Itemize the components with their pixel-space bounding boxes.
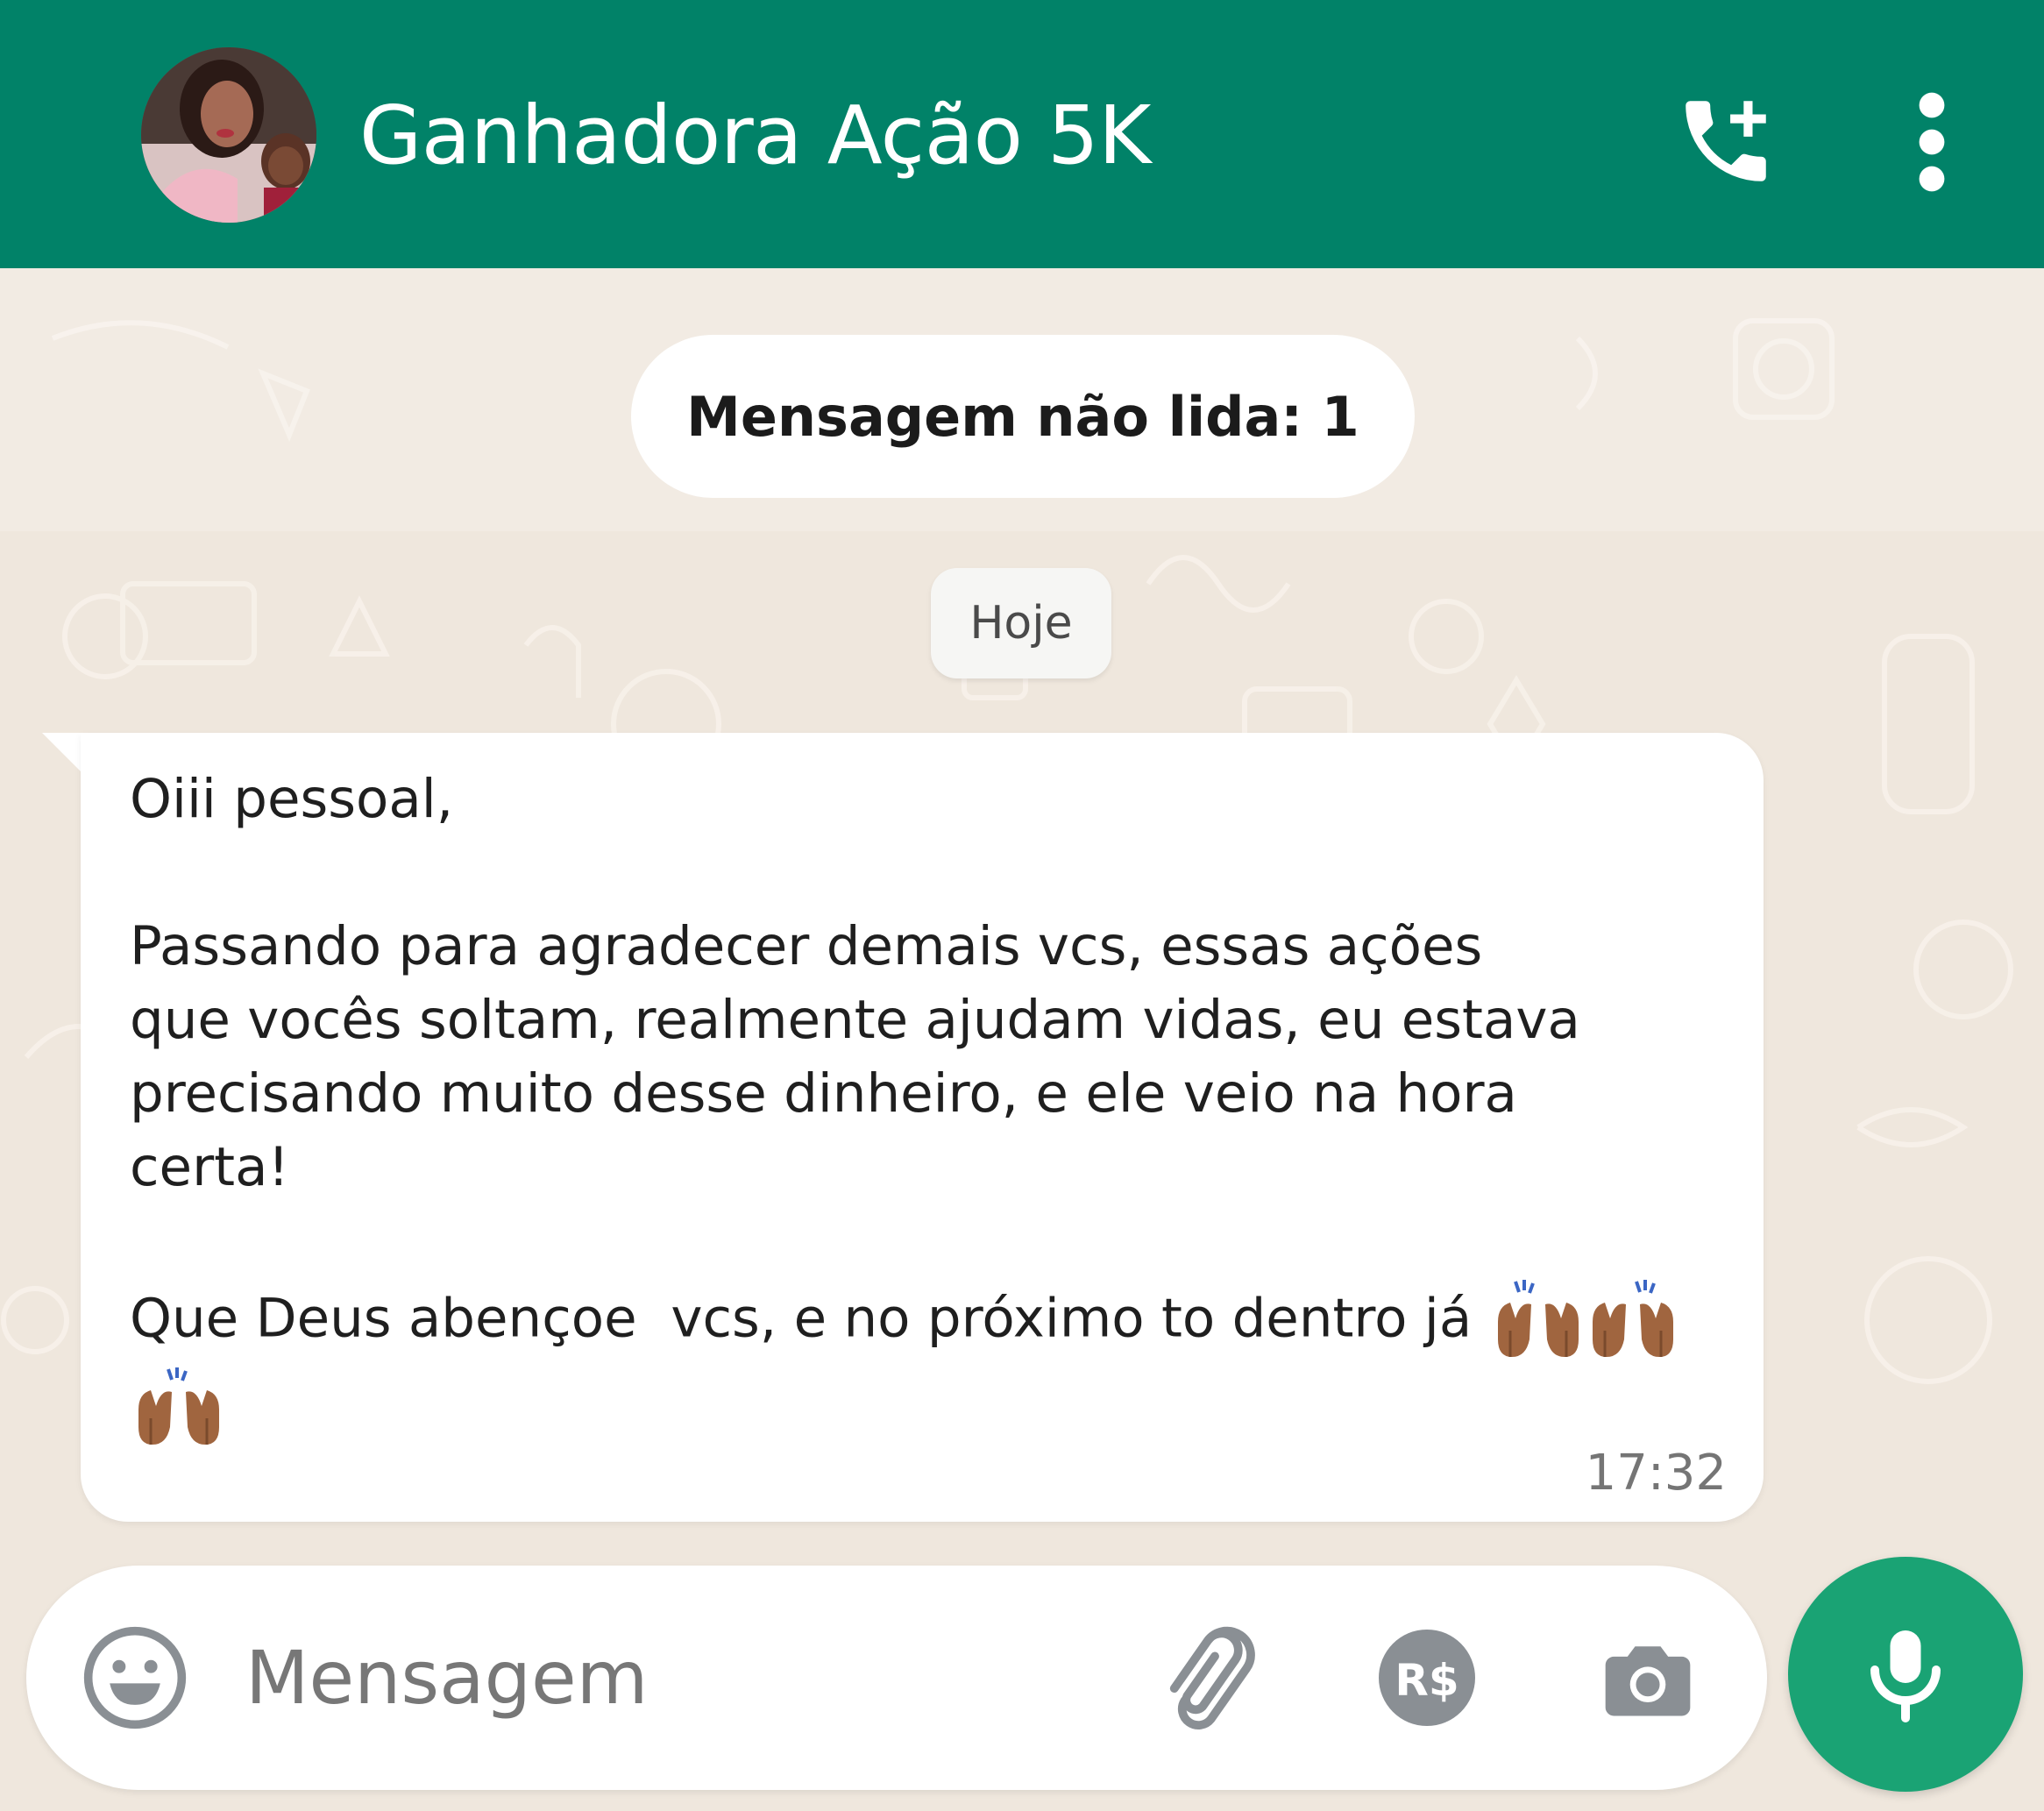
payment-label: R$ [1395,1655,1458,1706]
microphone-icon [1870,1630,1941,1722]
incoming-message-bubble[interactable]: Oiii pessoal, Passando para agradecer de… [81,733,1764,1522]
raising-hands-emoji [1497,1280,1579,1357]
message-paragraph: Que Deus abençoe vcs, e no próximo to de… [130,1287,1473,1350]
contact-name[interactable]: Ganhadora Ação 5K [359,88,1151,184]
paperclip-icon[interactable] [1150,1620,1264,1734]
add-call-icon[interactable] [1672,88,1779,195]
more-vert-icon[interactable] [1906,89,1958,195]
unread-messages-banner: Mensagem não lida: 1 [631,335,1415,498]
message-input[interactable] [244,1620,1036,1736]
voice-message-button[interactable] [1788,1557,2023,1792]
contact-avatar[interactable] [141,47,316,223]
message-paragraph: Passando para agradecer demais vcs, essa… [130,915,1580,1198]
avatar-photo [141,47,316,223]
camera-icon[interactable] [1595,1627,1700,1729]
rs-payment-icon[interactable]: R$ [1374,1625,1480,1730]
date-separator: Hoje [931,568,1111,678]
raising-hands-emoji [1592,1280,1673,1357]
message-text: Oiii pessoal, Passando para agradecer de… [130,763,1725,1453]
chat-header: Ganhadora Ação 5K [0,0,2044,268]
message-timestamp: 17:32 [1585,1445,1727,1502]
emoji-icon[interactable] [79,1622,191,1734]
raising-hands-emoji [138,1367,219,1445]
message-composer: R$ [26,1566,1767,1790]
message-greeting: Oiii pessoal, [130,768,454,830]
